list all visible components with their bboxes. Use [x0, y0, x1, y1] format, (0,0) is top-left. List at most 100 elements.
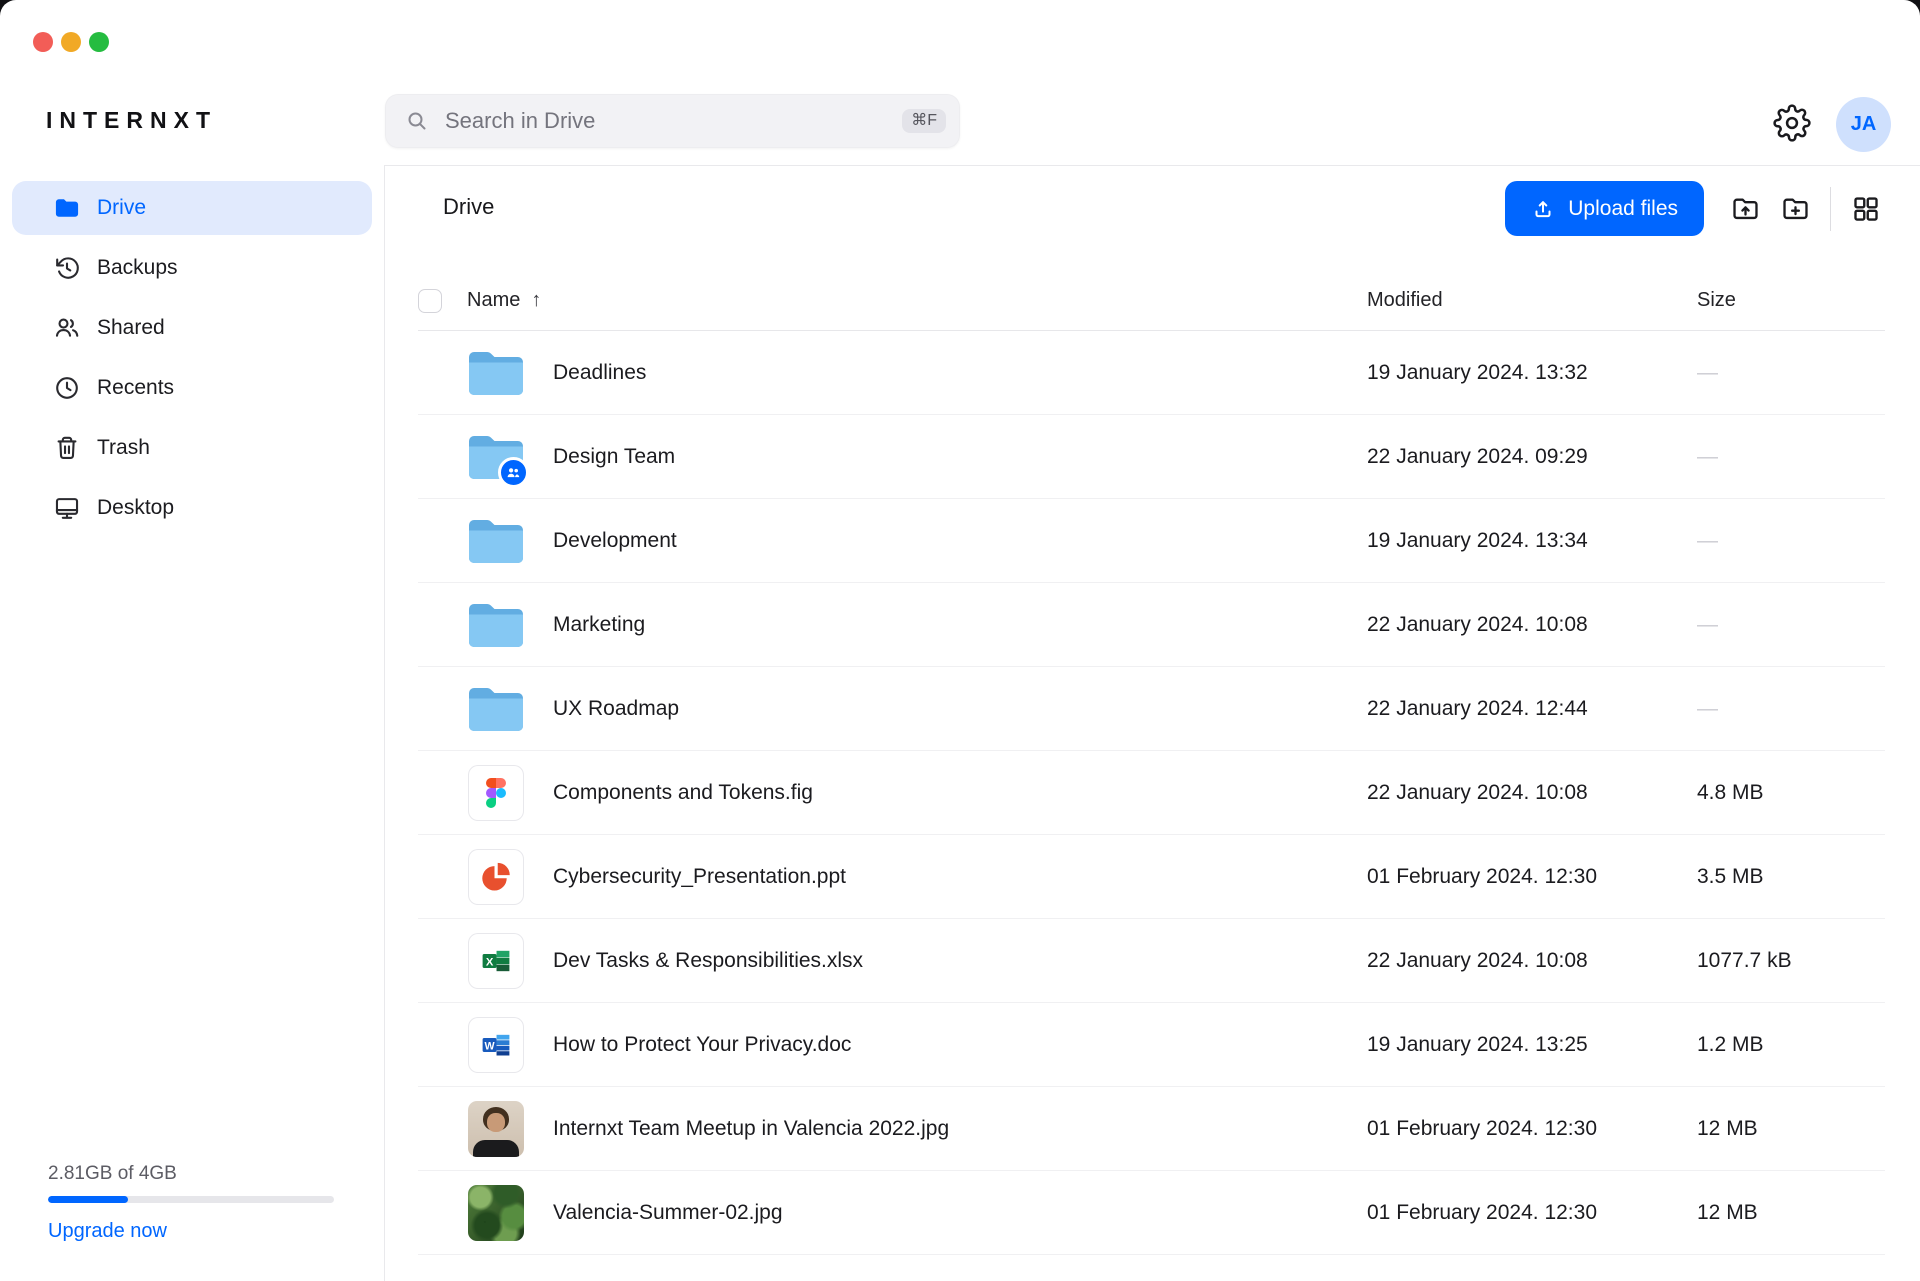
row-file-size: 12 MB [1697, 1201, 1885, 1225]
search-icon [405, 109, 429, 133]
row-file-icon [468, 597, 524, 653]
table-row[interactable]: X Dev Tasks & Responsibilities.xlsx 22 J… [418, 919, 1885, 1003]
upload-files-label: Upload files [1568, 197, 1678, 221]
page-title: Drive [443, 194, 494, 220]
row-file-name: Development [553, 529, 1367, 553]
shared-badge-icon [498, 457, 529, 488]
table-row[interactable]: Design Team 22 January 2024. 09:29 — [418, 415, 1885, 499]
close-window-button[interactable] [33, 32, 53, 52]
row-file-name: Marketing [553, 613, 1367, 637]
upload-icon [1531, 197, 1555, 221]
sidebar-item-trash[interactable]: Trash [12, 421, 372, 475]
search-input[interactable] [443, 107, 902, 135]
grid-view-button[interactable] [1847, 190, 1885, 228]
table-row[interactable]: UX Roadmap 22 January 2024. 12:44 — [418, 667, 1885, 751]
word-file-icon: W [468, 1017, 524, 1073]
clock-icon [53, 374, 81, 402]
minimize-window-button[interactable] [61, 32, 81, 52]
table-row[interactable]: Development 19 January 2024. 13:34 — [418, 499, 1885, 583]
powerpoint-file-icon [468, 849, 524, 905]
row-file-icon [468, 765, 524, 821]
storage-panel: 2.81GB of 4GB Upgrade now [48, 1163, 334, 1243]
folder-plus-icon [1780, 193, 1811, 224]
search-shortcut-badge: ⌘F [902, 109, 946, 133]
toolbar-divider [1830, 187, 1831, 231]
internxt-logo: INTERNXT [46, 107, 217, 134]
row-file-size: — [1697, 613, 1885, 637]
row-file-name: Design Team [553, 445, 1367, 469]
photo-thumbnail-portrait [468, 1101, 524, 1157]
sidebar-item-label: Backups [97, 256, 178, 280]
sidebar-item-drive[interactable]: Drive [12, 181, 372, 235]
row-modified-date: 19 January 2024. 13:32 [1367, 361, 1697, 385]
row-file-size: 1077.7 kB [1697, 949, 1885, 973]
row-file-size: — [1697, 529, 1885, 553]
folder-upload-icon [1730, 193, 1761, 224]
storage-usage-label: 2.81GB of 4GB [48, 1163, 334, 1185]
sidebar-item-label: Recents [97, 376, 174, 400]
sidebar-item-backups[interactable]: Backups [12, 241, 372, 295]
sidebar-nav: Drive Backups Shared Recents Trash Deskt… [0, 181, 384, 535]
sidebar-item-desktop[interactable]: Desktop [12, 481, 372, 535]
column-header-name[interactable]: Name ↑ [467, 289, 1367, 312]
row-file-size: 3.5 MB [1697, 865, 1885, 889]
search-bar[interactable]: ⌘F [385, 94, 960, 148]
storage-progress-bar [48, 1196, 334, 1203]
upload-folder-button[interactable] [1726, 190, 1764, 228]
table-row[interactable]: Components and Tokens.fig 22 January 202… [418, 751, 1885, 835]
table-row[interactable]: W How to Protect Your Privacy.doc 19 Jan… [418, 1003, 1885, 1087]
table-row[interactable]: Cybersecurity_Presentation.ppt 01 Februa… [418, 835, 1885, 919]
window-controls [33, 32, 109, 52]
upload-files-button[interactable]: Upload files [1505, 181, 1704, 236]
row-file-size: — [1697, 445, 1885, 469]
column-header-size[interactable]: Size [1697, 289, 1885, 312]
desktop-icon [53, 494, 81, 522]
table-row[interactable]: Internxt Team Meetup in Valencia 2022.jp… [418, 1087, 1885, 1171]
row-modified-date: 22 January 2024. 09:29 [1367, 445, 1697, 469]
zoom-window-button[interactable] [89, 32, 109, 52]
row-file-name: Components and Tokens.fig [553, 781, 1367, 805]
row-file-name: Valencia-Summer-02.jpg [553, 1201, 1367, 1225]
svg-text:X: X [486, 956, 494, 968]
row-file-name: How to Protect Your Privacy.doc [553, 1033, 1367, 1057]
row-file-icon [468, 1101, 524, 1157]
row-file-size: 1.2 MB [1697, 1033, 1885, 1057]
svg-text:W: W [485, 1040, 496, 1052]
row-file-size: — [1697, 361, 1885, 385]
settings-button[interactable] [1772, 103, 1812, 143]
gear-icon [1773, 104, 1811, 142]
avatar[interactable]: JA [1836, 97, 1891, 152]
content-header: Drive Upload files [385, 166, 1920, 271]
table-body: Deadlines 19 January 2024. 13:32 — Desig… [418, 331, 1885, 1255]
table-row[interactable]: Deadlines 19 January 2024. 13:32 — [418, 331, 1885, 415]
file-table: Name ↑ Modified Size Deadlines 19 Januar… [418, 271, 1885, 1255]
sidebar-item-label: Desktop [97, 496, 174, 520]
row-file-icon [468, 849, 524, 905]
row-file-icon: W [468, 1017, 524, 1073]
table-row[interactable]: Marketing 22 January 2024. 10:08 — [418, 583, 1885, 667]
row-modified-date: 19 January 2024. 13:34 [1367, 529, 1697, 553]
trash-icon [53, 434, 81, 462]
row-file-name: Dev Tasks & Responsibilities.xlsx [553, 949, 1367, 973]
sidebar-item-shared[interactable]: Shared [12, 301, 372, 355]
photo-thumbnail-leaves [468, 1185, 524, 1241]
figma-file-icon [468, 765, 524, 821]
select-all-checkbox[interactable] [418, 289, 442, 313]
sidebar-item-recents[interactable]: Recents [12, 361, 372, 415]
folder-icon [468, 601, 524, 648]
row-file-name: UX Roadmap [553, 697, 1367, 721]
people-icon [53, 314, 81, 342]
sort-ascending-icon: ↑ [531, 289, 541, 312]
folder-icon [468, 685, 524, 732]
history-icon [53, 254, 81, 282]
upgrade-now-link[interactable]: Upgrade now [48, 1220, 167, 1243]
folder-icon [53, 194, 81, 222]
column-header-modified[interactable]: Modified [1367, 289, 1697, 312]
folder-icon [468, 349, 524, 396]
table-row[interactable]: Valencia-Summer-02.jpg 01 February 2024.… [418, 1171, 1885, 1255]
sidebar-item-label: Drive [97, 196, 146, 220]
new-folder-button[interactable] [1776, 190, 1814, 228]
row-file-icon: X [468, 933, 524, 989]
row-file-name: Internxt Team Meetup in Valencia 2022.jp… [553, 1117, 1367, 1141]
row-modified-date: 22 January 2024. 12:44 [1367, 697, 1697, 721]
